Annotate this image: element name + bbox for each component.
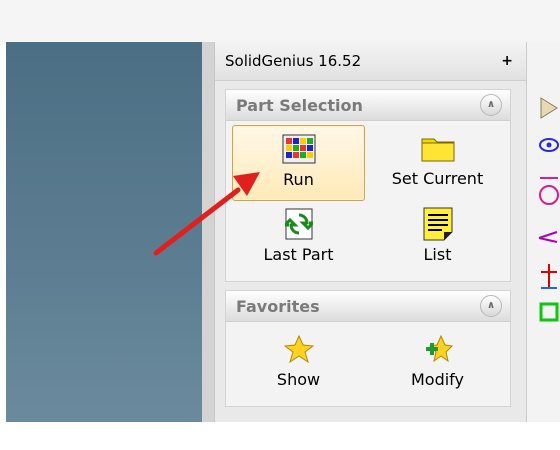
show-label: Show: [276, 370, 321, 389]
collapse-icon[interactable]: ∧: [480, 94, 502, 116]
pin-icon[interactable]: +: [501, 53, 513, 69]
right-toolbar: [526, 42, 560, 422]
refresh-icon: [284, 207, 313, 241]
last-part-button[interactable]: Last Part: [232, 201, 365, 277]
star-icon: [283, 332, 314, 366]
frame-divider: [202, 42, 214, 422]
top-strip: [0, 0, 560, 42]
run-button[interactable]: Run: [232, 125, 365, 201]
graphics-viewport[interactable]: [6, 42, 202, 422]
axis-icon: [541, 264, 557, 289]
modify-label: Modify: [410, 370, 464, 389]
part-selection-header[interactable]: Part Selection ∧: [226, 90, 510, 121]
solidgenius-panel: SolidGenius 16.52 + Part Selection ∧ Run…: [214, 42, 527, 422]
list-button[interactable]: List: [371, 201, 504, 277]
bottom-strip: [0, 422, 560, 450]
play-icon: [540, 97, 558, 119]
last-part-label: Last Part: [263, 245, 334, 264]
show-button[interactable]: Show: [232, 326, 365, 402]
panel-title: SolidGenius 16.52: [225, 52, 362, 70]
right-toolbar-icons: [538, 97, 559, 322]
folder-icon: [420, 131, 456, 165]
set-current-button[interactable]: Set Current: [371, 125, 504, 201]
list-icon: [423, 207, 453, 241]
rectangle-icon: [539, 302, 559, 322]
favorites-title: Favorites: [236, 296, 320, 316]
star-plus-icon: [423, 332, 453, 366]
run-label: Run: [283, 170, 314, 189]
favorites-group: Favorites ∧ Show Modify: [225, 290, 511, 407]
modify-button[interactable]: Modify: [371, 326, 504, 402]
collapse-icon[interactable]: ∧: [480, 295, 502, 317]
set-current-label: Set Current: [391, 169, 484, 188]
part-selection-group: Part Selection ∧ Run Set Current Last Pa…: [225, 89, 511, 282]
angle-icon: [538, 231, 558, 243]
panel-header: SolidGenius 16.52 +: [215, 42, 527, 81]
favorites-header[interactable]: Favorites ∧: [226, 291, 510, 322]
color-grid-icon: [282, 132, 316, 166]
part-selection-title: Part Selection: [236, 95, 363, 115]
dimension-icon: [539, 177, 559, 205]
list-label: List: [423, 245, 452, 264]
eye-icon: [539, 138, 559, 152]
